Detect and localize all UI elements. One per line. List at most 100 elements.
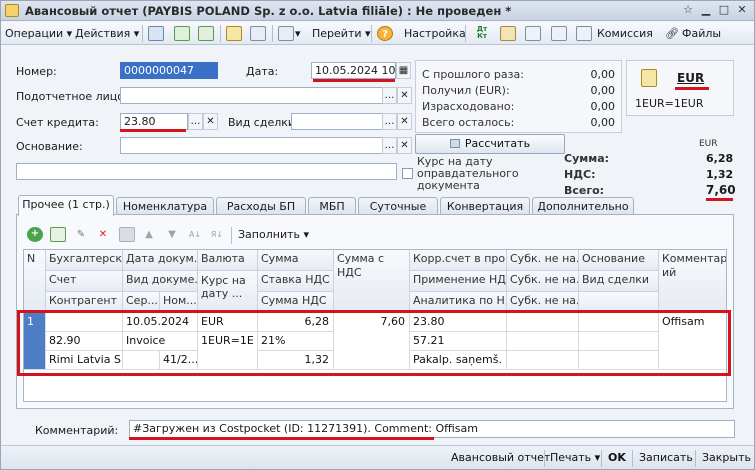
col-account-header[interactable]: Счет: [46, 271, 123, 292]
sort-asc-icon[interactable]: A↓: [187, 227, 203, 242]
favorite-icon[interactable]: ☆: [681, 3, 695, 17]
rate-checkbox[interactable]: [402, 168, 413, 179]
tab-other[interactable]: Прочее (1 стр.): [18, 195, 114, 216]
calculator-icon: [449, 139, 460, 148]
date-highlight: [313, 79, 395, 82]
basis-clear-icon[interactable]: ✕: [397, 137, 412, 154]
commission-button[interactable]: Комиссия: [597, 25, 653, 42]
credit-account-select-button[interactable]: …: [188, 113, 203, 130]
minimize-button[interactable]: ▁: [699, 3, 713, 17]
currency-icon[interactable]: [641, 69, 657, 87]
title-bar: Авансовый отчет (PAYBIS POLAND Sp. z o.o…: [1, 1, 754, 21]
rate-note-line3: документа: [417, 179, 480, 192]
total-label: Всего:: [564, 184, 605, 197]
reread-icon[interactable]: [198, 26, 214, 41]
separator: [695, 450, 696, 467]
ok-button[interactable]: OK: [608, 450, 626, 466]
date-field[interactable]: 10.05.2024 10:4: [311, 62, 396, 79]
prev-value: 0,00: [590, 68, 616, 81]
print-menu-icon[interactable]: [278, 26, 294, 41]
credit-account-field[interactable]: 23.80: [120, 113, 188, 130]
tab-nomenclature[interactable]: Номенклатура: [116, 197, 214, 215]
col-doc-type-header[interactable]: Вид докуме...: [123, 271, 198, 292]
currency-code[interactable]: EUR: [677, 71, 704, 85]
comment-highlight: [129, 437, 434, 440]
delete-row-icon[interactable]: ✕: [95, 227, 111, 242]
comment-field[interactable]: #Загружен из Costpocket (ID: 11271391). …: [129, 420, 735, 438]
person-label: Подотчетное лицо:: [16, 90, 128, 103]
col-rate-header[interactable]: Курс на дату ...: [198, 271, 258, 313]
table-icon[interactable]: [551, 26, 567, 41]
col-subconto2-header[interactable]: Субк. не на...: [507, 271, 579, 292]
calendar-icon[interactable]: ▦: [396, 62, 411, 79]
close-window-button[interactable]: ✕: [735, 3, 749, 17]
paperclip-icon[interactable]: 🔗︎: [665, 25, 679, 42]
list-icon[interactable]: [525, 26, 541, 41]
refresh-icon[interactable]: [174, 26, 190, 41]
deal-type-label: Вид сделки:: [228, 116, 299, 129]
number-field[interactable]: 0000000047: [120, 62, 218, 79]
person-field[interactable]: [120, 87, 383, 104]
col-currency-header[interactable]: Валюта: [198, 250, 258, 271]
basis-select-button[interactable]: …: [382, 137, 397, 154]
separator: [220, 25, 221, 42]
tab-mbp[interactable]: МБП: [308, 197, 356, 215]
print-dropdown-arrow[interactable]: ▾: [295, 25, 301, 42]
tab-expenses[interactable]: Расходы БП: [216, 197, 306, 215]
col-sum-with-vat-header[interactable]: Сумма с НДС: [334, 250, 410, 313]
col-corr-account-header[interactable]: Корр.счет в про...: [410, 250, 507, 271]
move-up-icon[interactable]: ▲: [141, 227, 157, 242]
post-document-icon[interactable]: [148, 26, 164, 41]
move-down-icon[interactable]: ▼: [164, 227, 180, 242]
deal-type-clear-icon[interactable]: ✕: [397, 113, 412, 130]
report-button[interactable]: Авансовый отчет: [451, 450, 550, 466]
close-button[interactable]: Закрыть: [702, 450, 751, 466]
goto-menu[interactable]: Перейти ▾: [312, 25, 371, 42]
create-based-on-icon[interactable]: [226, 26, 242, 41]
deal-type-field[interactable]: [291, 113, 383, 130]
tab-additional[interactable]: Дополнительно: [532, 197, 634, 215]
fill-menu[interactable]: Заполнить ▾: [238, 226, 309, 243]
save-button[interactable]: Записать: [639, 450, 693, 466]
col-vat-rate-header[interactable]: Ставка НДС: [258, 271, 334, 292]
currency-highlight: [675, 87, 709, 90]
tab-conversion[interactable]: Конвертация: [440, 197, 530, 215]
col-sum-header[interactable]: Сумма: [258, 250, 334, 271]
col-doc-date-header[interactable]: Дата докум...: [123, 250, 198, 271]
col-deal-type-header[interactable]: Вид сделки: [579, 271, 659, 292]
commission-icon[interactable]: [576, 26, 592, 41]
end-edit-icon[interactable]: [119, 227, 135, 242]
separator: [465, 25, 466, 42]
summary-panel: С прошлого раза: 0,00 Получил (EUR): 0,0…: [415, 60, 622, 133]
tab-per-diem[interactable]: Суточные: [358, 197, 438, 215]
col-subconto1-header[interactable]: Субк. не на...: [507, 250, 579, 271]
deal-type-select-button[interactable]: …: [382, 113, 397, 130]
dt-kt-icon[interactable]: Дт Кт: [474, 26, 490, 41]
basis-field[interactable]: [120, 137, 383, 154]
col-comment-header[interactable]: Комментар ий: [659, 250, 726, 313]
credit-account-label: Счет кредита:: [16, 116, 99, 129]
maximize-button[interactable]: □: [717, 3, 731, 17]
basis-extra-field[interactable]: [16, 163, 397, 180]
structure-icon[interactable]: [250, 26, 266, 41]
edit-row-icon[interactable]: ✎: [73, 227, 89, 242]
files-button[interactable]: Файлы: [682, 25, 721, 42]
actions-menu[interactable]: Действия ▾: [75, 25, 139, 42]
col-basis-header[interactable]: Основание: [579, 250, 659, 271]
col-vat-application-header[interactable]: Применение НД...: [410, 271, 507, 292]
person-select-button[interactable]: …: [382, 87, 397, 104]
col-n-header[interactable]: N: [24, 250, 46, 313]
print-button[interactable]: Печать ▾: [550, 450, 600, 466]
add-row-icon[interactable]: +: [27, 227, 43, 242]
calculate-button[interactable]: Рассчитать: [415, 134, 565, 154]
separator: [142, 25, 143, 42]
operations-menu[interactable]: Операции ▾: [5, 25, 72, 42]
credit-account-clear-icon[interactable]: ✕: [203, 113, 218, 130]
person-clear-icon[interactable]: ✕: [397, 87, 412, 104]
sort-desc-icon[interactable]: Я↓: [209, 227, 225, 242]
edit-icon[interactable]: [500, 26, 516, 41]
help-icon[interactable]: ?: [377, 26, 393, 41]
col-accounting-header[interactable]: Бухгалтерск...: [46, 250, 123, 271]
settings-button[interactable]: Настройка: [404, 25, 466, 42]
copy-row-icon[interactable]: [50, 227, 66, 242]
